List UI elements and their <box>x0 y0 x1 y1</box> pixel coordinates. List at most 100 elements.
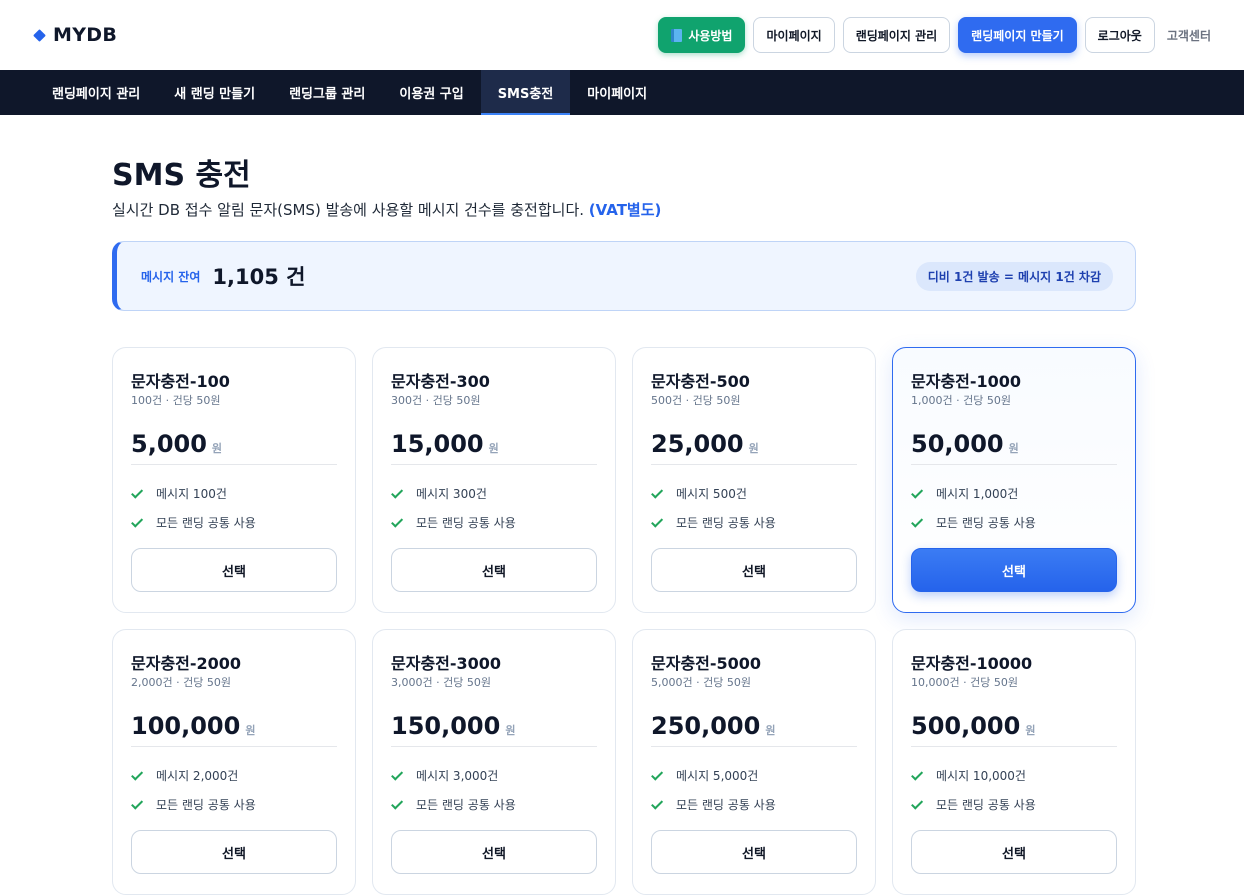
mypage-button[interactable]: 마이페이지 <box>753 17 835 53</box>
guide-button-label: 사용방법 <box>688 28 733 43</box>
plan-name: 문자충전-2000 <box>131 654 242 673</box>
deduction-note-badge: 디비 1건 발송 = 메시지 1건 차감 <box>915 261 1113 291</box>
plan-card: 문자충전-3000 3,000건 · 건당 50원 150,000 원 메시지 … <box>372 629 616 895</box>
plan-features: 메시지 2,000건 모든 랜딩 공통 사용 <box>131 761 337 819</box>
feature-item: 모든 랜딩 공통 사용 <box>651 508 857 537</box>
feature-text: 모든 랜딩 공통 사용 <box>676 798 776 812</box>
check-icon <box>651 515 664 528</box>
price-unit: 원 <box>1025 724 1036 737</box>
feature-item: 모든 랜딩 공통 사용 <box>131 508 337 537</box>
select-button[interactable]: 선택 <box>651 548 857 592</box>
guide-button[interactable]: 사용방법 <box>658 17 746 53</box>
plan-card: 문자충전-300 300건 · 건당 50원 15,000 원 메시지 300건… <box>372 347 616 613</box>
plan-card: 문자충전-500 500건 · 건당 50원 25,000 원 메시지 500건… <box>632 347 876 613</box>
price-unit: 원 <box>765 724 776 737</box>
select-button[interactable]: 선택 <box>911 830 1117 874</box>
plan-price: 50,000 <box>911 430 1004 458</box>
header-actions: 사용방법 마이페이지 랜딩페이지 관리 랜딩페이지 만들기 로그아웃 고객센터 <box>658 17 1211 53</box>
brand-name: MYDB <box>53 24 118 46</box>
feature-item: 모든 랜딩 공통 사용 <box>651 790 857 819</box>
help-center-link[interactable]: 고객센터 <box>1163 27 1211 44</box>
feature-item: 모든 랜딩 공통 사용 <box>911 790 1117 819</box>
check-icon <box>131 797 144 810</box>
feature-item: 모든 랜딩 공통 사용 <box>391 508 597 537</box>
select-button[interactable]: 선택 <box>391 548 597 592</box>
select-button[interactable]: 선택 <box>911 548 1117 592</box>
select-button[interactable]: 선택 <box>651 830 857 874</box>
check-icon <box>391 768 404 781</box>
plan-subtitle: 2,000건 · 건당 50원 <box>131 676 231 689</box>
book-icon <box>671 28 683 42</box>
price-unit: 원 <box>748 442 759 455</box>
select-button[interactable]: 선택 <box>391 830 597 874</box>
nav-item-mypage[interactable]: 마이페이지 <box>570 70 664 115</box>
feature-text: 모든 랜딩 공통 사용 <box>156 516 256 530</box>
nav-item-new-landing[interactable]: 새 랜딩 만들기 <box>157 70 272 115</box>
plan-subtitle: 10,000건 · 건당 50원 <box>911 676 1018 689</box>
plan-features: 메시지 100건 모든 랜딩 공통 사용 <box>131 479 337 537</box>
feature-item: 메시지 5,000건 <box>651 761 857 790</box>
balance-info: 메시지 잔여 1,105 건 <box>141 261 305 291</box>
feature-item: 메시지 100건 <box>131 479 337 508</box>
feature-text: 메시지 500건 <box>676 487 747 501</box>
price-unit: 원 <box>211 442 223 455</box>
plan-price: 150,000 <box>391 712 501 740</box>
feature-item: 메시지 500건 <box>651 479 857 508</box>
feature-text: 모든 랜딩 공통 사용 <box>936 798 1036 812</box>
plan-price-row: 250,000 원 <box>651 712 857 747</box>
price-unit: 원 <box>245 724 256 737</box>
manage-landing-button[interactable]: 랜딩페이지 관리 <box>842 17 951 53</box>
feature-item: 모든 랜딩 공통 사용 <box>911 508 1117 537</box>
plan-card: 문자충전-10000 10,000건 · 건당 50원 500,000 원 메시… <box>892 629 1136 895</box>
main-nav: 랜딩페이지 관리 새 랜딩 만들기 랜딩그룹 관리 이용권 구입 SMS충전 마… <box>0 70 1244 115</box>
page-title: SMS 충전 <box>112 158 251 193</box>
create-landing-button[interactable]: 랜딩페이지 만들기 <box>958 17 1077 53</box>
check-icon <box>911 797 924 810</box>
nav-item-landing-groups[interactable]: 랜딩그룹 관리 <box>272 70 382 115</box>
plan-subtitle: 3,000건 · 건당 50원 <box>391 676 491 689</box>
check-icon <box>391 797 404 810</box>
feature-item: 메시지 300건 <box>391 479 597 508</box>
plan-card-featured: 문자충전-1000 1,000건 · 건당 50원 50,000 원 메시지 1… <box>892 347 1136 613</box>
top-header: MYDB 사용방법 마이페이지 랜딩페이지 관리 랜딩페이지 만들기 로그아웃 … <box>0 0 1244 70</box>
feature-text: 메시지 1,000건 <box>936 487 1019 501</box>
logout-button[interactable]: 로그아웃 <box>1084 17 1155 53</box>
check-icon <box>651 797 664 810</box>
brand-logo[interactable]: MYDB <box>33 24 118 46</box>
plan-grid: 문자충전-100 100건 · 건당 50원 5,000 원 메시지 100건 … <box>112 347 1136 895</box>
plan-subtitle: 100건 · 건당 50원 <box>131 394 221 407</box>
plan-features: 메시지 300건 모든 랜딩 공통 사용 <box>391 479 597 537</box>
check-icon <box>131 515 144 528</box>
plan-features: 메시지 3,000건 모든 랜딩 공통 사용 <box>391 761 597 819</box>
nav-item-sms-charge[interactable]: SMS충전 <box>480 70 571 115</box>
feature-text: 메시지 2,000건 <box>156 769 239 783</box>
select-button[interactable]: 선택 <box>131 548 337 592</box>
nav-item-buy-pass[interactable]: 이용권 구입 <box>382 70 480 115</box>
plan-name: 문자충전-5000 <box>651 654 762 673</box>
plan-price: 5,000 <box>131 430 207 458</box>
plan-name: 문자충전-3000 <box>391 654 502 673</box>
feature-item: 메시지 10,000건 <box>911 761 1117 790</box>
select-button[interactable]: 선택 <box>131 830 337 874</box>
plan-subtitle: 5,000건 · 건당 50원 <box>651 676 751 689</box>
plan-name: 문자충전-100 <box>131 372 230 391</box>
feature-text: 메시지 100건 <box>156 487 227 501</box>
feature-item: 메시지 1,000건 <box>911 479 1117 508</box>
plan-features: 메시지 10,000건 모든 랜딩 공통 사용 <box>911 761 1117 819</box>
feature-item: 모든 랜딩 공통 사용 <box>131 790 337 819</box>
check-icon <box>391 486 404 499</box>
price-unit: 원 <box>505 724 516 737</box>
plan-price: 25,000 <box>651 430 744 458</box>
feature-text: 메시지 10,000건 <box>936 769 1026 783</box>
feature-text: 모든 랜딩 공통 사용 <box>936 516 1036 530</box>
plan-features: 메시지 500건 모든 랜딩 공통 사용 <box>651 479 857 537</box>
plan-price-row: 100,000 원 <box>131 712 337 747</box>
plan-subtitle: 1,000건 · 건당 50원 <box>911 394 1011 407</box>
balance-value: 1,105 건 <box>212 265 306 289</box>
balance-panel: 메시지 잔여 1,105 건 디비 1건 발송 = 메시지 1건 차감 <box>112 241 1136 311</box>
plan-price: 250,000 <box>651 712 761 740</box>
nav-item-manage-landing[interactable]: 랜딩페이지 관리 <box>35 70 157 115</box>
check-icon <box>651 486 664 499</box>
feature-text: 모든 랜딩 공통 사용 <box>416 516 516 530</box>
plan-price-row: 50,000 원 <box>911 430 1117 465</box>
